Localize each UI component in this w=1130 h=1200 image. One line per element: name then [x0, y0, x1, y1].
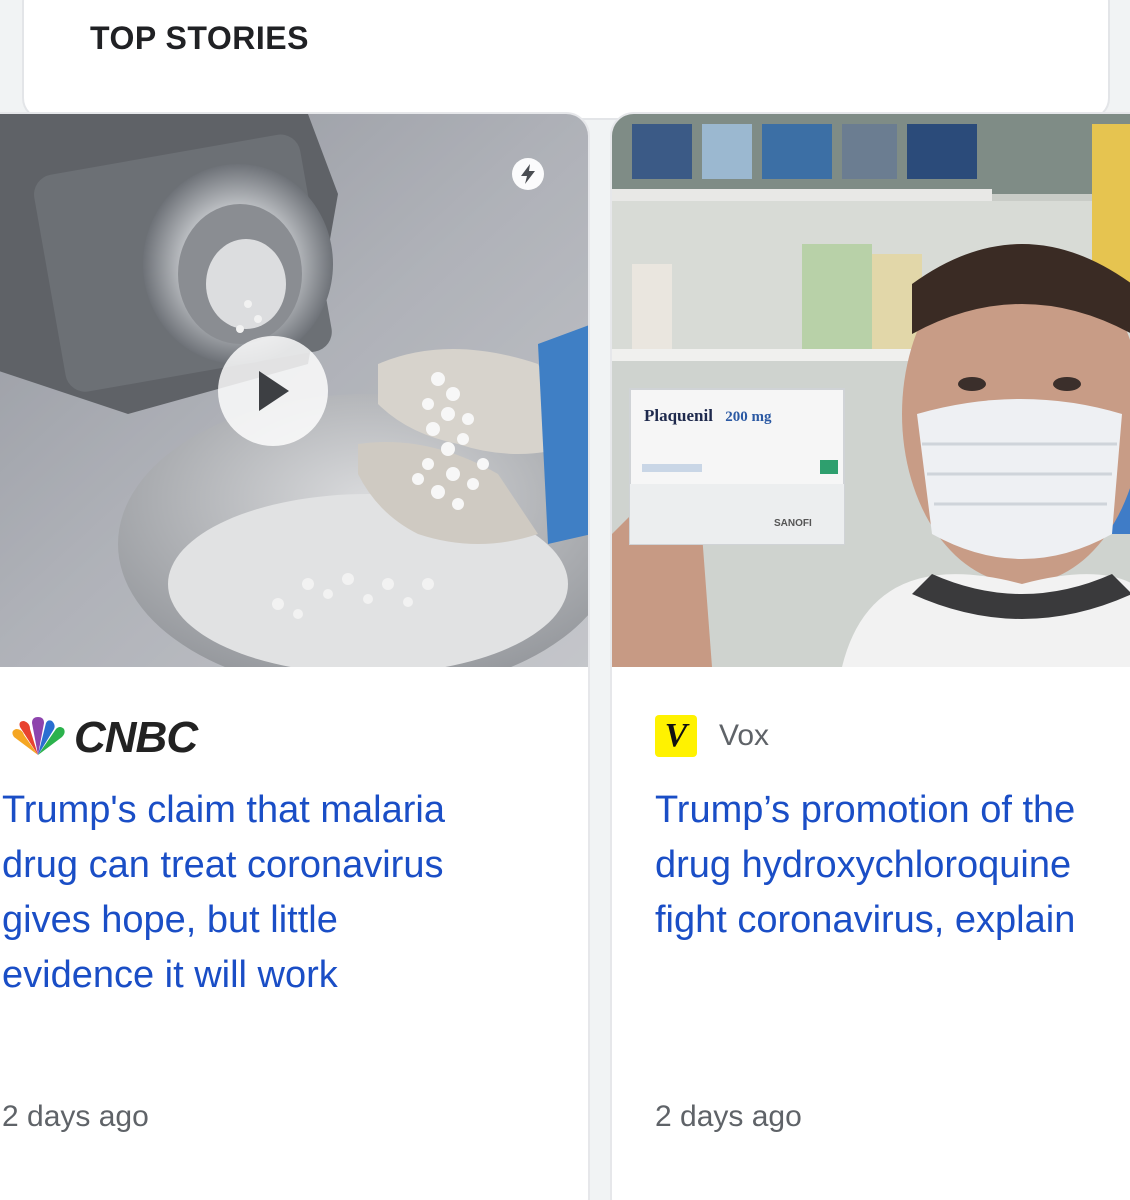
headline-line: Trump's claim that malaria	[2, 789, 445, 831]
page: TOP STORIES CNBC Trump's claim that mala…	[0, 0, 1130, 1200]
top-stories-carousel[interactable]: CNBC Trump's claim that malaria drug can…	[0, 112, 1130, 1200]
headline-line: fight coronavirus, explain	[655, 899, 1076, 941]
top-stories-panel: TOP STORIES	[22, 0, 1110, 120]
story-timestamp: 2 days ago	[2, 1100, 149, 1133]
story-thumbnail-pills[interactable]	[0, 114, 588, 667]
story-thumbnail-pharmacist[interactable]: Plaquenil 200 mg SANOFI	[612, 114, 1130, 667]
source-name: Vox	[719, 719, 770, 752]
top-stories-title: TOP STORIES	[90, 20, 309, 56]
story-timestamp: 2 days ago	[655, 1100, 802, 1133]
story-card-body: V Vox Trump’s promotion of the drug hydr…	[612, 667, 1130, 1200]
headline-line: Trump’s promotion of the	[655, 789, 1076, 831]
amp-lightning-icon	[512, 158, 544, 190]
source-logo-cnbc: CNBC	[4, 713, 198, 762]
headline-line: drug hydroxychloroquine	[655, 844, 1072, 886]
box-brand-text: Plaquenil 200 mg	[644, 406, 772, 425]
pharmacist-image	[612, 114, 1130, 667]
story-card-cnbc[interactable]: CNBC Trump's claim that malaria drug can…	[0, 112, 590, 1200]
story-headline-link[interactable]: Trump’s promotion of the drug hydroxychl…	[655, 783, 1075, 948]
box-maker-text: SANOFI	[774, 518, 812, 529]
story-card-vox[interactable]: Plaquenil 200 mg SANOFI V Vox Trump’s pr…	[610, 112, 1130, 1200]
story-headline-link[interactable]: Trump's claim that malaria drug can trea…	[2, 783, 445, 1003]
story-card-body: CNBC Trump's claim that malaria drug can…	[0, 667, 588, 1200]
cnbc-peacock-icon	[12, 717, 65, 755]
play-icon[interactable]	[218, 336, 328, 446]
source-logo-vox: V Vox	[655, 715, 769, 757]
headline-line: evidence it will work	[2, 954, 338, 996]
vox-logo-icon: V	[655, 715, 697, 757]
headline-line: drug can treat coronavirus	[2, 844, 444, 886]
headline-line: gives hope, but little	[2, 899, 338, 941]
source-name: CNBC	[74, 713, 198, 762]
